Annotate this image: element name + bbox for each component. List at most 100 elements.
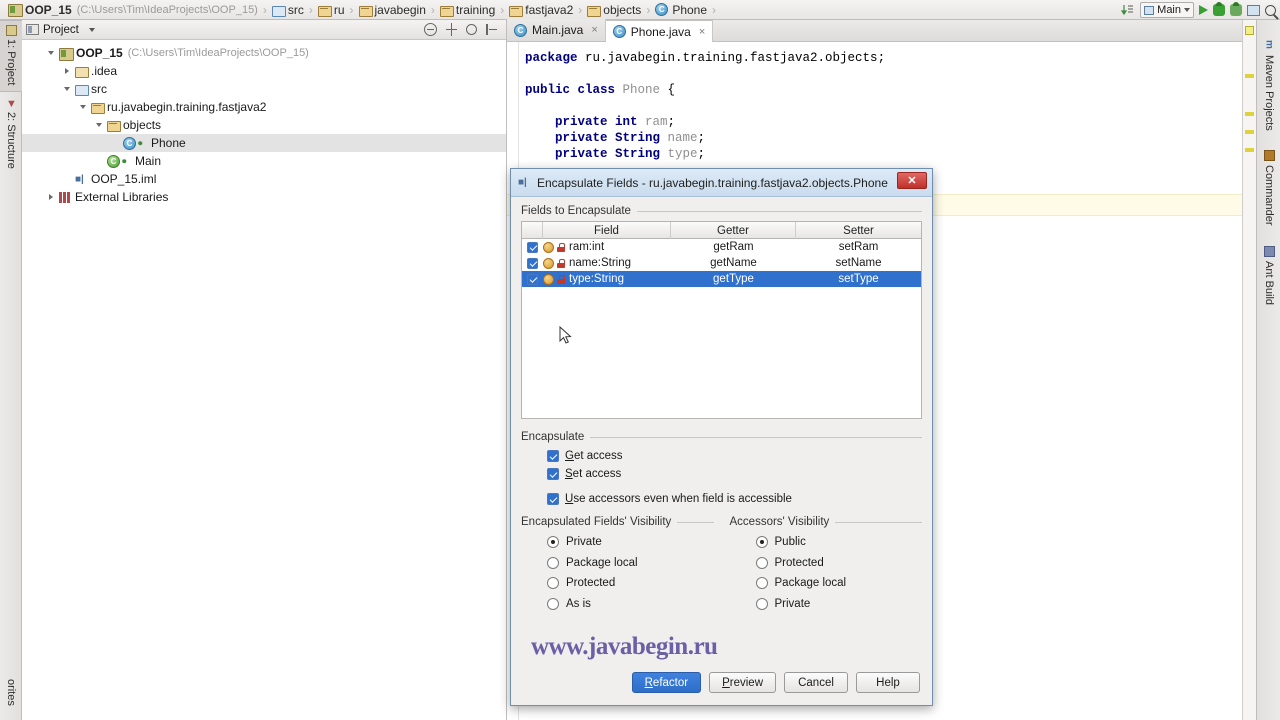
chevron-down-icon[interactable] (78, 102, 89, 113)
chevron-right-icon[interactable] (62, 66, 73, 77)
checkbox-indicator[interactable] (547, 493, 559, 505)
breadcrumb-item-training[interactable]: training (438, 0, 497, 20)
db-icon[interactable] (1247, 4, 1260, 16)
field-checkbox[interactable] (527, 257, 538, 269)
sidebar-tab-favorites[interactable]: orites (0, 675, 22, 719)
getter-cell[interactable]: getType (671, 271, 796, 287)
radio-indicator[interactable] (547, 577, 559, 590)
radio-indicator[interactable] (755, 577, 768, 590)
checkbox-get-access[interactable]: Get access (547, 447, 922, 465)
tree-node-main[interactable]: C ⏺ Main (22, 152, 506, 170)
accessors-visibility-header: Accessors' Visibility (730, 516, 922, 528)
field-checkbox[interactable] (527, 273, 538, 285)
field-checkbox-cell[interactable] (522, 255, 543, 271)
chevron-down-icon[interactable] (94, 120, 105, 131)
sidebar-tab-commander[interactable]: Commander (1257, 146, 1280, 238)
editor-marker-strip[interactable] (1242, 20, 1256, 720)
tree-node-oop-15-iml[interactable]: ■| OOP_15.iml (22, 170, 506, 188)
table-row[interactable]: ram:int getRam setRam (522, 239, 921, 255)
hide-icon[interactable] (485, 23, 498, 36)
sidebar-tab-maven-projects[interactable]: m Maven Projects (1257, 36, 1280, 144)
marker-highlight[interactable] (1245, 130, 1254, 134)
chevron-down-icon[interactable] (46, 48, 57, 59)
breadcrumb-item-src[interactable]: src (270, 0, 306, 20)
preview-button[interactable]: Preview (709, 672, 776, 693)
breadcrumb-item-phone[interactable]: C Phone (653, 0, 709, 20)
checkbox-set-access[interactable]: Set access (547, 465, 922, 483)
breadcrumb-item-ru[interactable]: ru (316, 0, 347, 20)
setter-cell[interactable]: setRam (796, 239, 921, 255)
radio-indicator[interactable] (547, 597, 559, 610)
cancel-button[interactable]: Cancel (784, 672, 848, 693)
collapse-all-icon[interactable] (424, 23, 437, 36)
getter-cell[interactable]: getRam (671, 239, 796, 255)
marker-highlight[interactable] (1245, 74, 1254, 78)
close-icon[interactable]: × (591, 24, 597, 36)
setter-cell[interactable]: setType (796, 271, 921, 287)
radio-accessors-visibility-public[interactable]: Public (755, 532, 923, 553)
column-header-field[interactable]: Field (543, 222, 671, 239)
tree-node-oop-15[interactable]: OOP_15 (C:\Users\Tim\IdeaProjects\OOP_15) (22, 44, 506, 62)
fields-table[interactable]: Field Getter Setter ram:int getRam setRam n… (521, 221, 922, 419)
breadcrumb-item-fastjava2[interactable]: fastjava2 (507, 0, 575, 20)
radio-fields-visibility-as-is[interactable]: As is (547, 594, 714, 615)
help-button[interactable]: Help (856, 672, 920, 693)
radio-indicator[interactable] (547, 536, 559, 549)
close-icon[interactable]: × (699, 26, 705, 38)
tree-node-objects[interactable]: objects (22, 116, 506, 134)
marker-highlight[interactable] (1245, 148, 1254, 152)
field-checkbox-cell[interactable] (522, 239, 543, 255)
sidebar-tab-structure[interactable]: ▼ 2: Structure (0, 94, 22, 186)
checkbox-indicator[interactable] (547, 468, 559, 480)
column-header-setter[interactable]: Setter (796, 222, 921, 239)
scroll-from-source-icon[interactable] (445, 23, 458, 36)
project-tree[interactable]: OOP_15 (C:\Users\Tim\IdeaProjects\OOP_15)… (22, 40, 506, 206)
checkbox-indicator[interactable] (547, 450, 559, 462)
radio-accessors-visibility-package-local[interactable]: Package local (755, 573, 923, 594)
setter-cell[interactable]: setName (796, 255, 921, 271)
chevron-right-icon[interactable] (46, 192, 57, 203)
tree-node-ru-javabegin-training-fastjava2[interactable]: ru.javabegin.training.fastjava2 (22, 98, 506, 116)
debug-icon[interactable] (1213, 2, 1225, 16)
checkbox-use-accessors-even-when-field-is-accessible[interactable]: Use accessors even when field is accessi… (547, 490, 922, 508)
field-checkbox[interactable] (527, 241, 538, 253)
run-icon[interactable] (1199, 5, 1208, 15)
tree-node-phone[interactable]: C ⏺ Phone (22, 134, 506, 152)
search-icon[interactable] (1265, 4, 1276, 16)
editor-tab-phone-java[interactable]: C Phone.java × (605, 20, 714, 42)
radio-indicator[interactable] (547, 556, 559, 569)
update-project-icon[interactable] (1120, 3, 1135, 18)
breadcrumb-item-javabegin[interactable]: javabegin (357, 0, 428, 20)
run-configuration-selector[interactable]: Main (1140, 2, 1194, 18)
radio-accessors-visibility-private[interactable]: Private (755, 594, 923, 615)
tree-node-external-libraries[interactable]: External Libraries (22, 188, 506, 206)
radio-fields-visibility-package-local[interactable]: Package local (547, 553, 714, 574)
sidebar-tab-ant-build[interactable]: Ant Build (1257, 242, 1280, 316)
tree-node--idea[interactable]: .idea (22, 62, 506, 80)
settings-gear-icon[interactable] (466, 24, 477, 35)
field-checkbox-cell[interactable] (522, 271, 543, 287)
marker-warning[interactable] (1245, 26, 1254, 35)
tree-node-src[interactable]: src (22, 80, 506, 98)
chevron-down-icon[interactable] (62, 84, 73, 95)
radio-fields-visibility-protected[interactable]: Protected (547, 573, 714, 594)
column-header-getter[interactable]: Getter (671, 222, 796, 239)
radio-indicator[interactable] (755, 556, 768, 569)
getter-cell[interactable]: getName (671, 255, 796, 271)
table-row[interactable]: name:String getName setName (522, 255, 921, 271)
refactor-button[interactable]: Refactor (631, 672, 702, 693)
table-row[interactable]: type:String getType setType (522, 271, 921, 287)
breadcrumb-item-objects[interactable]: objects (585, 0, 643, 20)
radio-indicator[interactable] (755, 597, 768, 610)
close-icon[interactable]: ✕ (897, 172, 927, 189)
breadcrumb-item-oop-15[interactable]: OOP_15 (C:\Users\Tim\IdeaProjects\OOP_15) (6, 0, 260, 20)
radio-indicator[interactable] (755, 536, 768, 549)
radio-fields-visibility-private[interactable]: Private (547, 532, 714, 553)
coverage-icon[interactable] (1230, 2, 1242, 16)
chevron-down-icon[interactable] (88, 27, 95, 32)
column-header-checkbox[interactable] (522, 222, 543, 239)
marker-highlight[interactable] (1245, 112, 1254, 116)
sidebar-tab-project[interactable]: 1: Project (0, 20, 22, 92)
editor-tab-main-java[interactable]: C Main.java × (507, 19, 606, 41)
radio-accessors-visibility-protected[interactable]: Protected (755, 553, 923, 574)
